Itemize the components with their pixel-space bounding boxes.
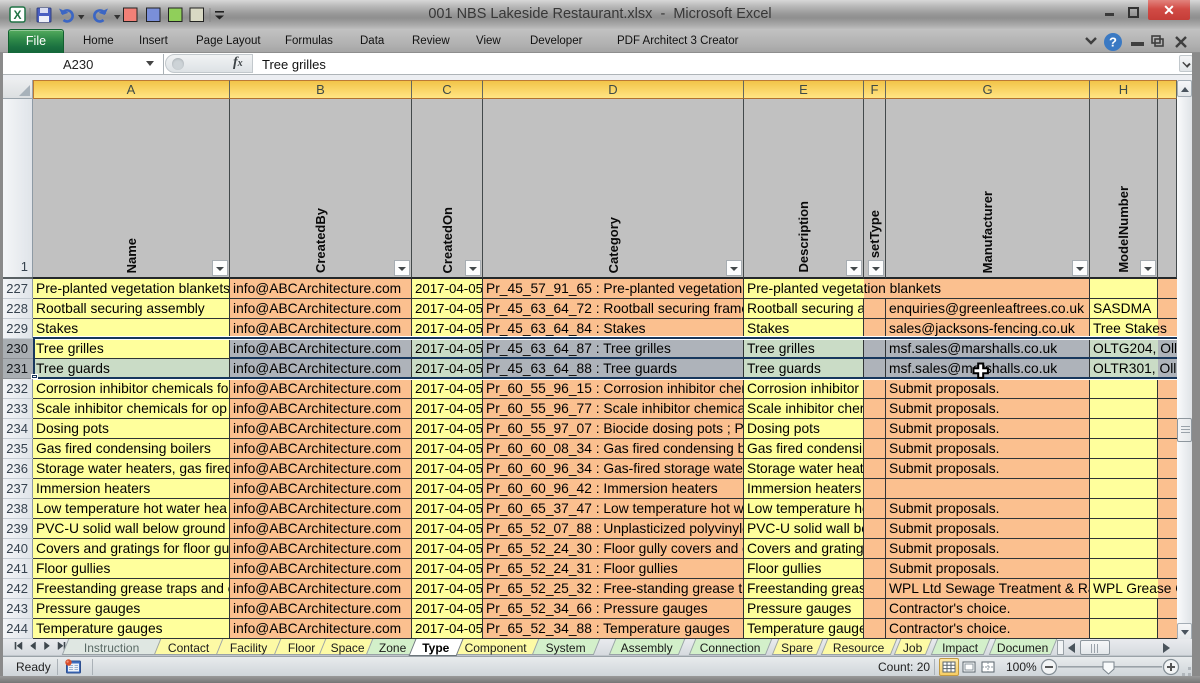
svg-text:X: X (13, 8, 21, 22)
svg-text:?: ? (1109, 35, 1117, 50)
